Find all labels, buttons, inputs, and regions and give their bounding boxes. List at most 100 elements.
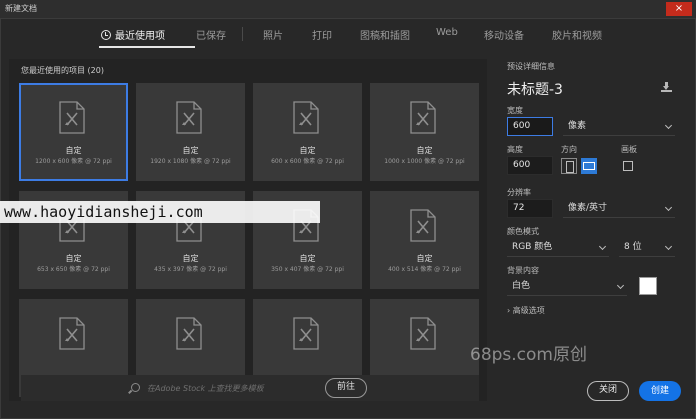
stock-search-bar: 在Adobe Stock 上查找更多模板 前往 — [21, 375, 479, 401]
recent-item-size: 1920 x 1080 像素 @ 72 ppi — [150, 158, 231, 165]
width-input[interactable]: 600 — [507, 117, 553, 136]
tab-saved-label: 已保存 — [196, 31, 226, 42]
recent-item-card[interactable]: 自定 1920 x 1080 像素 @ 72 ppi — [136, 83, 245, 181]
width-unit-value: 像素 — [568, 121, 587, 131]
save-preset-icon[interactable] — [661, 82, 672, 92]
document-icon — [410, 317, 436, 350]
go-button[interactable]: 前往 — [325, 378, 367, 398]
preset-details-panel: 预设详细信息 未标题-3 宽度 600 像素 高度 方向 画板 600 分辨率 … — [497, 59, 687, 359]
recent-items-title: 您最近使用的项目 — [21, 66, 85, 75]
chevron-right-icon: › — [507, 306, 511, 315]
tab-web[interactable]: Web — [436, 27, 458, 38]
chevron-down-icon — [598, 242, 607, 251]
document-name[interactable]: 未标题-3 — [507, 79, 563, 99]
document-icon — [176, 317, 202, 350]
tab-recent-label: 最近使用项 — [115, 31, 165, 42]
tab-saved[interactable]: 已保存 — [196, 27, 226, 42]
chevron-down-icon — [664, 203, 673, 212]
chevron-down-icon — [616, 281, 625, 290]
close-button[interactable]: 关闭 — [587, 381, 629, 401]
category-tabs: 最近使用项 已保存 照片 打印 图稿和插图 Web 移动设备 胶片和视频 — [1, 19, 695, 49]
recent-item-card[interactable]: 自定 1000 x 1000 像素 @ 72 ppi — [370, 83, 479, 181]
stock-search-input[interactable]: 在Adobe Stock 上查找更多模板 — [147, 383, 264, 394]
tab-photo-label: 照片 — [263, 31, 283, 42]
recent-item-name: 自定 — [299, 146, 316, 155]
recent-items-panel: 您最近使用的项目 (20) 自定 1200 x 600 像素 @ 72 ppi 自定… — [9, 59, 487, 401]
portrait-icon[interactable] — [561, 158, 577, 174]
tab-art-illustration-label: 图稿和插图 — [360, 31, 410, 42]
resolution-label: 分辨率 — [507, 188, 531, 197]
recent-item-name: 自定 — [182, 146, 199, 155]
recent-item-size: 350 x 407 像素 @ 72 ppi — [271, 266, 344, 273]
recent-item-size: 435 x 397 像素 @ 72 ppi — [154, 266, 227, 273]
tab-print-label: 打印 — [312, 31, 332, 42]
clock-icon — [101, 30, 111, 40]
height-label: 高度 — [507, 145, 523, 154]
resolution-input[interactable]: 72 — [507, 199, 553, 218]
background-value: 白色 — [512, 281, 531, 291]
recent-item-name: 自定 — [65, 254, 82, 263]
chevron-down-icon — [664, 121, 673, 130]
height-input[interactable]: 600 — [507, 156, 553, 175]
active-tab-indicator — [99, 46, 195, 48]
recent-item-size: 400 x 514 像素 @ 72 ppi — [388, 266, 461, 273]
color-mode-value: RGB 颜色 — [512, 242, 553, 252]
recent-item-size: 1200 x 600 像素 @ 72 ppi — [35, 158, 112, 165]
artboard-checkbox[interactable] — [623, 161, 633, 171]
tab-print[interactable]: 打印 — [312, 27, 332, 42]
width-label: 宽度 — [507, 106, 523, 115]
recent-item-size: 600 x 600 像素 @ 72 ppi — [271, 158, 344, 165]
advanced-options-label: 高级选项 — [512, 306, 545, 315]
chevron-down-icon — [664, 242, 673, 251]
source-watermark: 68ps.com原创 — [470, 345, 587, 365]
create-button[interactable]: 创建 — [639, 381, 681, 401]
tab-separator — [242, 27, 243, 41]
tab-mobile-label: 移动设备 — [484, 31, 524, 42]
tab-photo[interactable]: 照片 — [263, 27, 283, 42]
recent-items-heading: 您最近使用的项目 (20) — [21, 65, 104, 76]
document-icon — [293, 317, 319, 350]
recent-item-name: 自定 — [416, 254, 433, 263]
recent-item-card[interactable]: 自定 400 x 514 像素 @ 72 ppi — [370, 191, 479, 289]
tab-recent[interactable]: 最近使用项 — [101, 27, 165, 42]
recent-item-size: 1000 x 1000 像素 @ 72 ppi — [384, 158, 465, 165]
preset-details-label: 预设详细信息 — [507, 62, 555, 71]
window-title: 新建文档 — [5, 4, 37, 13]
bit-depth-select[interactable]: 8 位 — [619, 238, 675, 257]
recent-item-name: 自定 — [182, 254, 199, 263]
document-icon — [410, 209, 436, 242]
tab-art-illustration[interactable]: 图稿和插图 — [360, 27, 410, 42]
site-watermark: www.haoyidiansheji.com — [0, 201, 320, 223]
resolution-unit-select[interactable]: 像素/英寸 — [563, 199, 675, 218]
recent-item-name: 自定 — [299, 254, 316, 263]
bit-depth-value: 8 位 — [624, 242, 642, 252]
title-bar: 新建文档 × — [0, 0, 696, 18]
background-select[interactable]: 白色 — [507, 277, 627, 296]
document-icon — [59, 101, 85, 134]
background-label: 背景内容 — [507, 266, 539, 275]
tab-film-video[interactable]: 胶片和视频 — [552, 27, 602, 42]
document-icon — [410, 101, 436, 134]
background-color-swatch[interactable] — [639, 277, 657, 295]
recent-items-count: (20) — [87, 66, 104, 75]
width-unit-select[interactable]: 像素 — [563, 117, 675, 136]
resolution-unit-value: 像素/英寸 — [568, 203, 608, 213]
recent-item-card[interactable]: 自定 600 x 600 像素 @ 72 ppi — [253, 83, 362, 181]
tab-film-video-label: 胶片和视频 — [552, 31, 602, 42]
recent-item-card[interactable]: 自定 1200 x 600 像素 @ 72 ppi — [19, 83, 128, 181]
window-close-button[interactable]: × — [666, 2, 692, 16]
recent-item-name: 自定 — [65, 146, 82, 155]
recent-item-size: 653 x 650 像素 @ 72 ppi — [37, 266, 110, 273]
tab-mobile[interactable]: 移动设备 — [484, 27, 524, 42]
document-icon — [293, 101, 319, 134]
document-icon — [59, 317, 85, 350]
color-mode-label: 颜色模式 — [507, 227, 539, 236]
artboard-label: 画板 — [621, 145, 637, 154]
search-icon — [131, 383, 140, 392]
tab-web-label: Web — [436, 27, 458, 38]
advanced-options-toggle[interactable]: › 高级选项 — [507, 305, 545, 316]
color-mode-select[interactable]: RGB 颜色 — [507, 238, 609, 257]
document-icon — [176, 101, 202, 134]
orientation-label: 方向 — [561, 145, 577, 154]
landscape-icon[interactable] — [581, 158, 597, 174]
